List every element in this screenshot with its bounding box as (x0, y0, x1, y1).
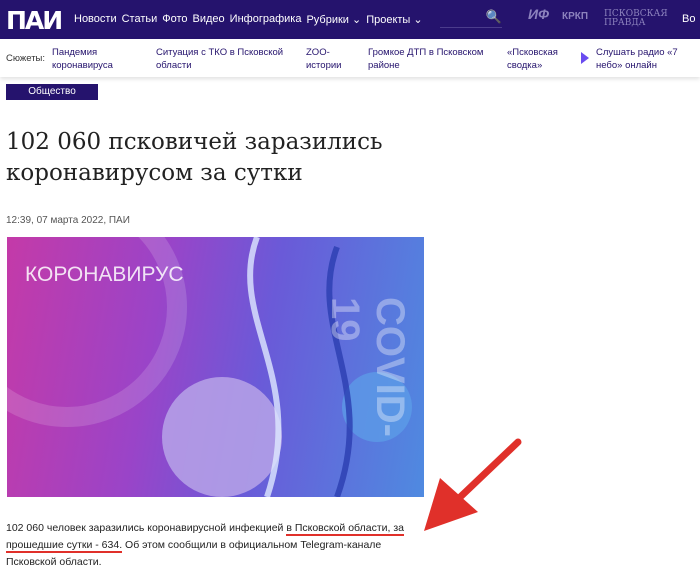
page-title: 102 060 псковичей заразились коронавирус… (6, 129, 383, 186)
highlighted-text[interactable]: в Псковской области, за (286, 522, 404, 536)
body-text: 102 060 человек заразились коронавирусно… (6, 522, 287, 534)
search-icon[interactable]: 🔍 (440, 9, 502, 28)
stories-bar: Сюжеты: Пандемия коронавируса Ситуация с… (0, 39, 700, 77)
main-nav: Новости Статьи Фото Видео Инфографика Ру… (74, 13, 423, 26)
article-image: КОРОНАВИРУС COVID-19 (7, 237, 424, 497)
partner-pskovskaya-pravda[interactable]: ПСКОВСКАЯ ПРАВДА (604, 10, 668, 28)
image-covid-text: COVID-19 (323, 297, 412, 437)
partner-krkp[interactable]: КРКП (562, 12, 588, 22)
story-item[interactable]: Ситуация с ТКО в Псковской области (156, 46, 286, 72)
radio-link[interactable]: Слушать радио «7 небо» онлайн (596, 46, 696, 72)
nav-articles[interactable]: Статьи (122, 13, 158, 26)
story-item[interactable]: Пандемия коронавируса (52, 46, 132, 72)
nav-news[interactable]: Новости (74, 13, 117, 26)
story-item[interactable]: «Псковская сводка» (507, 46, 567, 72)
story-item[interactable]: ZOO-истории (306, 46, 346, 72)
category-badge[interactable]: Общество (6, 84, 98, 100)
nav-video[interactable]: Видео (193, 13, 225, 26)
logo[interactable]: ПАИ (6, 6, 63, 35)
nav-projects[interactable]: Проекты ⌄ (366, 13, 422, 26)
nav-infographics[interactable]: Инфографика (230, 13, 302, 26)
play-icon[interactable] (581, 52, 589, 64)
nav-rubrics[interactable]: Рубрики ⌄ (306, 13, 361, 26)
top-bar: ПАИ Новости Статьи Фото Видео Инфографик… (0, 0, 700, 39)
highlighted-text: прошедшие сутки - 634. (6, 539, 123, 553)
article-meta: 12:39, 07 марта 2022, ПАИ (6, 215, 130, 226)
nav-more[interactable]: Во (682, 13, 695, 25)
article-body: 102 060 человек заразились коронавирусно… (6, 520, 406, 571)
story-item[interactable]: Громкое ДТП в Псковском районе (368, 46, 488, 72)
image-caption: КОРОНАВИРУС (25, 263, 184, 286)
stories-label: Сюжеты: (6, 53, 46, 64)
partner-if[interactable]: ИФ (528, 7, 549, 21)
nav-photo[interactable]: Фото (162, 13, 187, 26)
